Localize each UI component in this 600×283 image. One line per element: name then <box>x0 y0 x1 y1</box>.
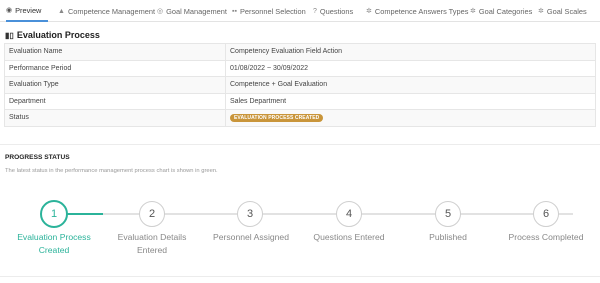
evaluation-info-table: Evaluation Name Competency Evaluation Fi… <box>4 43 596 127</box>
progress-step-1: 1 <box>40 200 68 228</box>
section-title: ▮▯ Evaluation Process <box>5 30 100 40</box>
step-label-2: Evaluation Details Entered <box>97 231 207 256</box>
table-row: Department Sales Department <box>4 92 596 110</box>
row-label: Evaluation Type <box>4 76 226 94</box>
tab-label: Goal Categories <box>478 6 533 16</box>
tab-label: Goal Scales <box>546 6 587 16</box>
tab-goal-scales[interactable]: ✲ Goal Scales <box>538 0 587 22</box>
progress-subtitle: The latest status in the performance man… <box>5 168 218 174</box>
row-value: 01/08/2022 ~ 30/09/2022 <box>225 59 596 77</box>
step-label-3: Personnel Assigned <box>196 231 306 244</box>
tab-competence-management[interactable]: ▲ Competence Management <box>58 0 155 22</box>
row-label: Performance Period <box>4 59 226 77</box>
tab-bar: ◉ Preview ▲ Competence Management ◎ Goal… <box>0 0 600 22</box>
divider <box>0 144 600 145</box>
progress-title: PROGRESS STATUS <box>5 154 70 161</box>
tab-goal-management[interactable]: ◎ Goal Management <box>157 0 227 22</box>
tab-questions[interactable]: ? Questions <box>313 0 353 22</box>
tab-label: Preview <box>15 5 42 15</box>
table-row: Status EVALUATION PROCESS CREATED <box>4 109 596 127</box>
step-label-line: Published <box>429 232 467 242</box>
section-title-text: Evaluation Process <box>16 30 100 40</box>
gear-icon: ✲ <box>538 8 544 15</box>
step-label-6: Process Completed <box>491 231 600 244</box>
progress-step-2: 2 <box>139 201 165 227</box>
eye-icon: ◉ <box>6 7 13 14</box>
step-label-line: Entered <box>136 244 168 255</box>
status-badge: EVALUATION PROCESS CREATED <box>230 113 324 122</box>
progress-step-5: 5 <box>435 201 461 227</box>
progress-step-6: 6 <box>533 201 559 227</box>
tab-label: Competence Answers Types <box>374 6 469 16</box>
tab-goal-categories[interactable]: ✲ Goal Categories <box>470 0 532 22</box>
tab-competence-answers-types[interactable]: ✲ Competence Answers Types <box>366 0 468 22</box>
row-label: Status <box>4 109 226 127</box>
gear-icon: ✲ <box>366 8 372 15</box>
users-icon: ▪▪ <box>232 7 237 15</box>
progress-track-done <box>66 213 103 215</box>
row-label: Evaluation Name <box>4 43 226 61</box>
step-label-line: Questions Entered <box>313 232 385 242</box>
tab-label: Personnel Selection <box>239 6 306 16</box>
tab-personnel-selection[interactable]: ▪▪ Personnel Selection <box>232 0 306 22</box>
tab-preview[interactable]: ◉ Preview <box>6 0 48 22</box>
step-label-line: Personnel Assigned <box>213 232 289 242</box>
tab-label: Goal Management <box>166 6 227 16</box>
tab-label: Competence Management <box>67 6 156 16</box>
thumbs-up-icon: ▲ <box>58 7 65 15</box>
table-row: Performance Period 01/08/2022 ~ 30/09/20… <box>4 59 596 77</box>
table-row: Evaluation Type Competence + Goal Evalua… <box>4 76 596 94</box>
bar-chart-icon: ▮▯ <box>5 30 14 40</box>
row-value: Competency Evaluation Field Action <box>225 43 596 61</box>
step-label-line: Evaluation Process <box>17 232 91 242</box>
divider <box>0 276 600 277</box>
gear-icon: ✲ <box>470 8 476 15</box>
progress-step-4: 4 <box>336 201 362 227</box>
table-row: Evaluation Name Competency Evaluation Fi… <box>4 43 596 61</box>
step-label-line: Evaluation Details <box>117 232 187 242</box>
progress-step-3: 3 <box>237 201 263 227</box>
row-value: Competence + Goal Evaluation <box>225 76 596 94</box>
step-label-line: Process Completed <box>508 232 584 242</box>
row-value: EVALUATION PROCESS CREATED <box>225 109 596 127</box>
row-value: Sales Department <box>225 92 596 110</box>
tab-label: Questions <box>319 6 354 16</box>
step-label-1: Evaluation Process Created <box>0 231 109 256</box>
step-label-line: Created <box>38 244 70 255</box>
row-label: Department <box>4 92 226 110</box>
question-icon: ? <box>313 7 317 15</box>
target-icon: ◎ <box>157 8 164 15</box>
step-label-4: Questions Entered <box>294 231 404 244</box>
step-label-5: Published <box>393 231 503 244</box>
